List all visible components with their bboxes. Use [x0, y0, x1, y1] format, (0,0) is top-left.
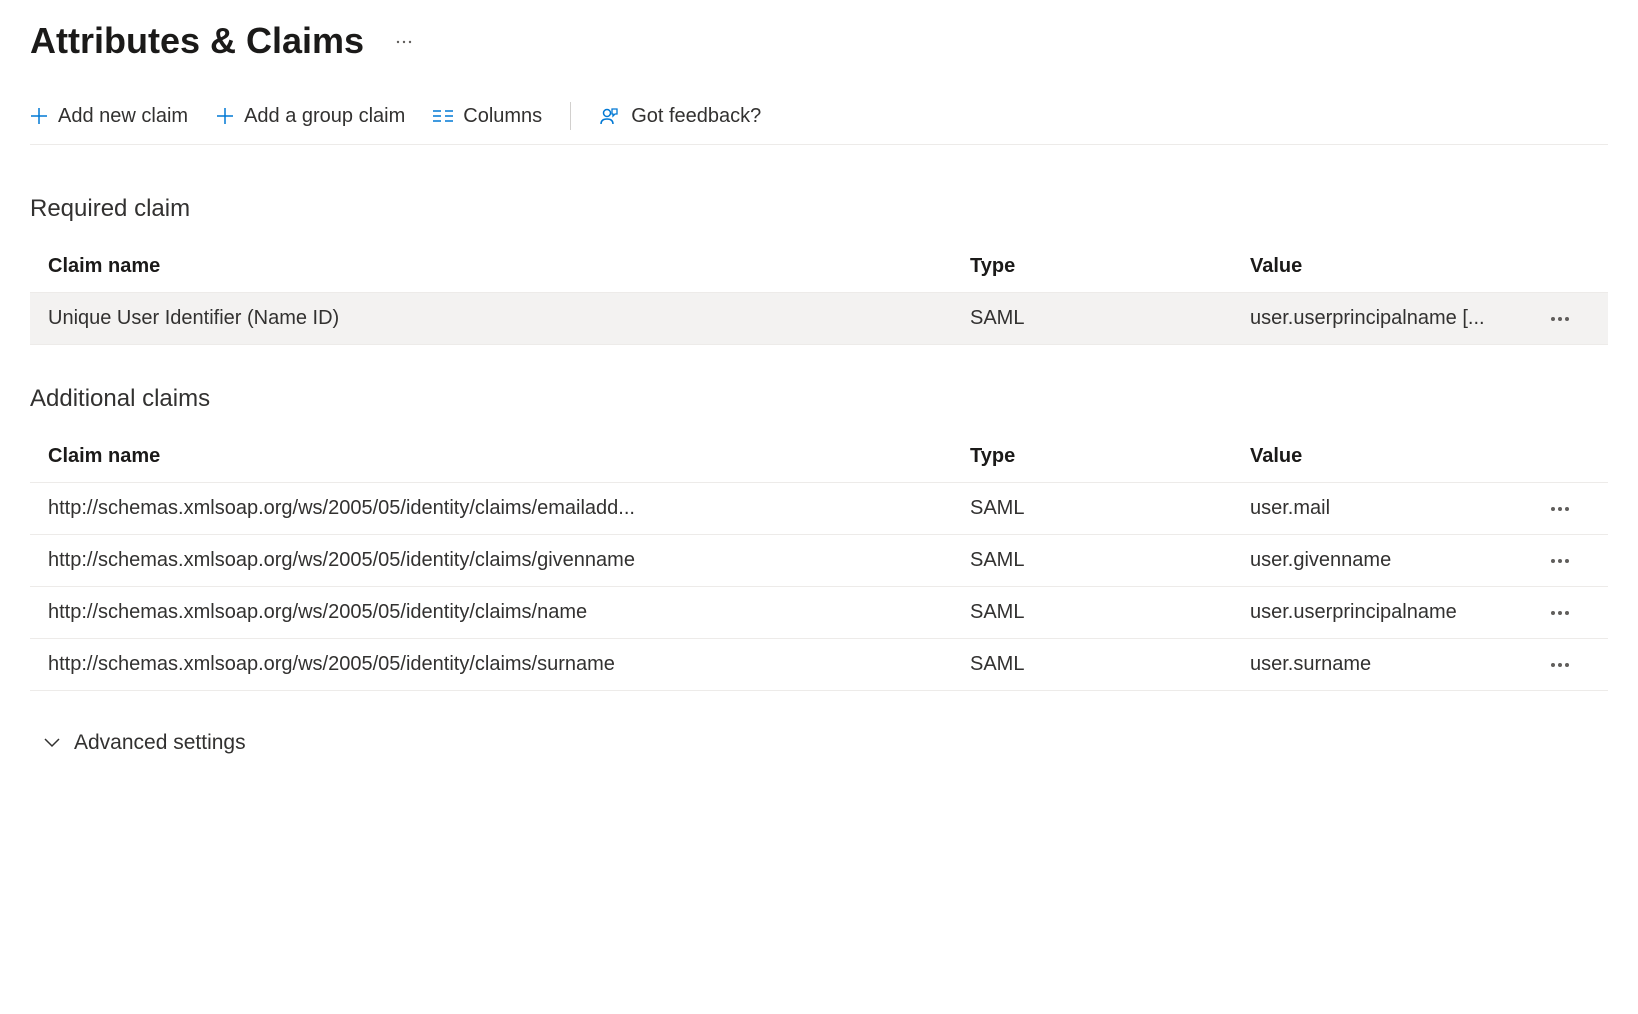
- claim-value-cell: user.userprincipalname [...: [1250, 307, 1530, 330]
- claim-name-cell: http://schemas.xmlsoap.org/ws/2005/05/id…: [48, 549, 970, 572]
- table-row[interactable]: Unique User Identifier (Name ID) SAML us…: [30, 293, 1608, 345]
- columns-button[interactable]: Columns: [433, 105, 542, 128]
- table-row[interactable]: http://schemas.xmlsoap.org/ws/2005/05/id…: [30, 639, 1608, 691]
- feedback-icon: [599, 106, 621, 126]
- advanced-settings-label: Advanced settings: [74, 731, 246, 755]
- table-row[interactable]: http://schemas.xmlsoap.org/ws/2005/05/id…: [30, 483, 1608, 535]
- claim-type-cell: SAML: [970, 601, 1250, 624]
- feedback-label: Got feedback?: [631, 105, 761, 128]
- table-row[interactable]: http://schemas.xmlsoap.org/ws/2005/05/id…: [30, 587, 1608, 639]
- column-header-value: Value: [1250, 445, 1530, 468]
- claim-name-cell: http://schemas.xmlsoap.org/ws/2005/05/id…: [48, 653, 970, 676]
- advanced-settings-toggle[interactable]: Advanced settings: [30, 731, 1608, 755]
- table-header: Claim name Type Value: [30, 431, 1608, 483]
- toolbar: Add new claim Add a group claim Columns: [30, 102, 1608, 145]
- header-more-icon[interactable]: [388, 28, 420, 54]
- add-group-claim-button[interactable]: Add a group claim: [216, 105, 405, 128]
- feedback-button[interactable]: Got feedback?: [599, 105, 761, 128]
- claim-value-cell: user.mail: [1250, 497, 1530, 520]
- claim-type-cell: SAML: [970, 497, 1250, 520]
- claim-type-cell: SAML: [970, 549, 1250, 572]
- row-more-icon[interactable]: [1530, 558, 1590, 564]
- required-claim-title: Required claim: [30, 195, 1608, 223]
- add-new-claim-button[interactable]: Add new claim: [30, 105, 188, 128]
- column-header-name: Claim name: [48, 255, 970, 278]
- column-header-type: Type: [970, 445, 1250, 468]
- row-more-icon[interactable]: [1530, 316, 1590, 322]
- row-more-icon[interactable]: [1530, 506, 1590, 512]
- claim-value-cell: user.surname: [1250, 653, 1530, 676]
- toolbar-divider: [570, 102, 571, 130]
- chevron-down-icon: [44, 738, 60, 748]
- claim-name-cell: http://schemas.xmlsoap.org/ws/2005/05/id…: [48, 601, 970, 624]
- additional-claims-title: Additional claims: [30, 385, 1608, 413]
- claim-name-cell: http://schemas.xmlsoap.org/ws/2005/05/id…: [48, 497, 970, 520]
- required-claim-table: Claim name Type Value Unique User Identi…: [30, 241, 1608, 345]
- additional-claims-table: Claim name Type Value http://schemas.xml…: [30, 431, 1608, 691]
- plus-icon: [216, 107, 234, 125]
- row-more-icon[interactable]: [1530, 662, 1590, 668]
- claim-name-cell: Unique User Identifier (Name ID): [48, 307, 970, 330]
- claim-type-cell: SAML: [970, 653, 1250, 676]
- column-header-name: Claim name: [48, 445, 970, 468]
- page-header: Attributes & Claims: [30, 20, 1608, 62]
- columns-icon: [433, 108, 453, 124]
- column-header-type: Type: [970, 255, 1250, 278]
- claim-type-cell: SAML: [970, 307, 1250, 330]
- row-more-icon[interactable]: [1530, 610, 1590, 616]
- columns-label: Columns: [463, 105, 542, 128]
- page-title: Attributes & Claims: [30, 20, 364, 62]
- claim-value-cell: user.givenname: [1250, 549, 1530, 572]
- plus-icon: [30, 107, 48, 125]
- table-header: Claim name Type Value: [30, 241, 1608, 293]
- add-new-claim-label: Add new claim: [58, 105, 188, 128]
- claim-value-cell: user.userprincipalname: [1250, 601, 1530, 624]
- column-header-value: Value: [1250, 255, 1530, 278]
- table-row[interactable]: http://schemas.xmlsoap.org/ws/2005/05/id…: [30, 535, 1608, 587]
- add-group-claim-label: Add a group claim: [244, 105, 405, 128]
